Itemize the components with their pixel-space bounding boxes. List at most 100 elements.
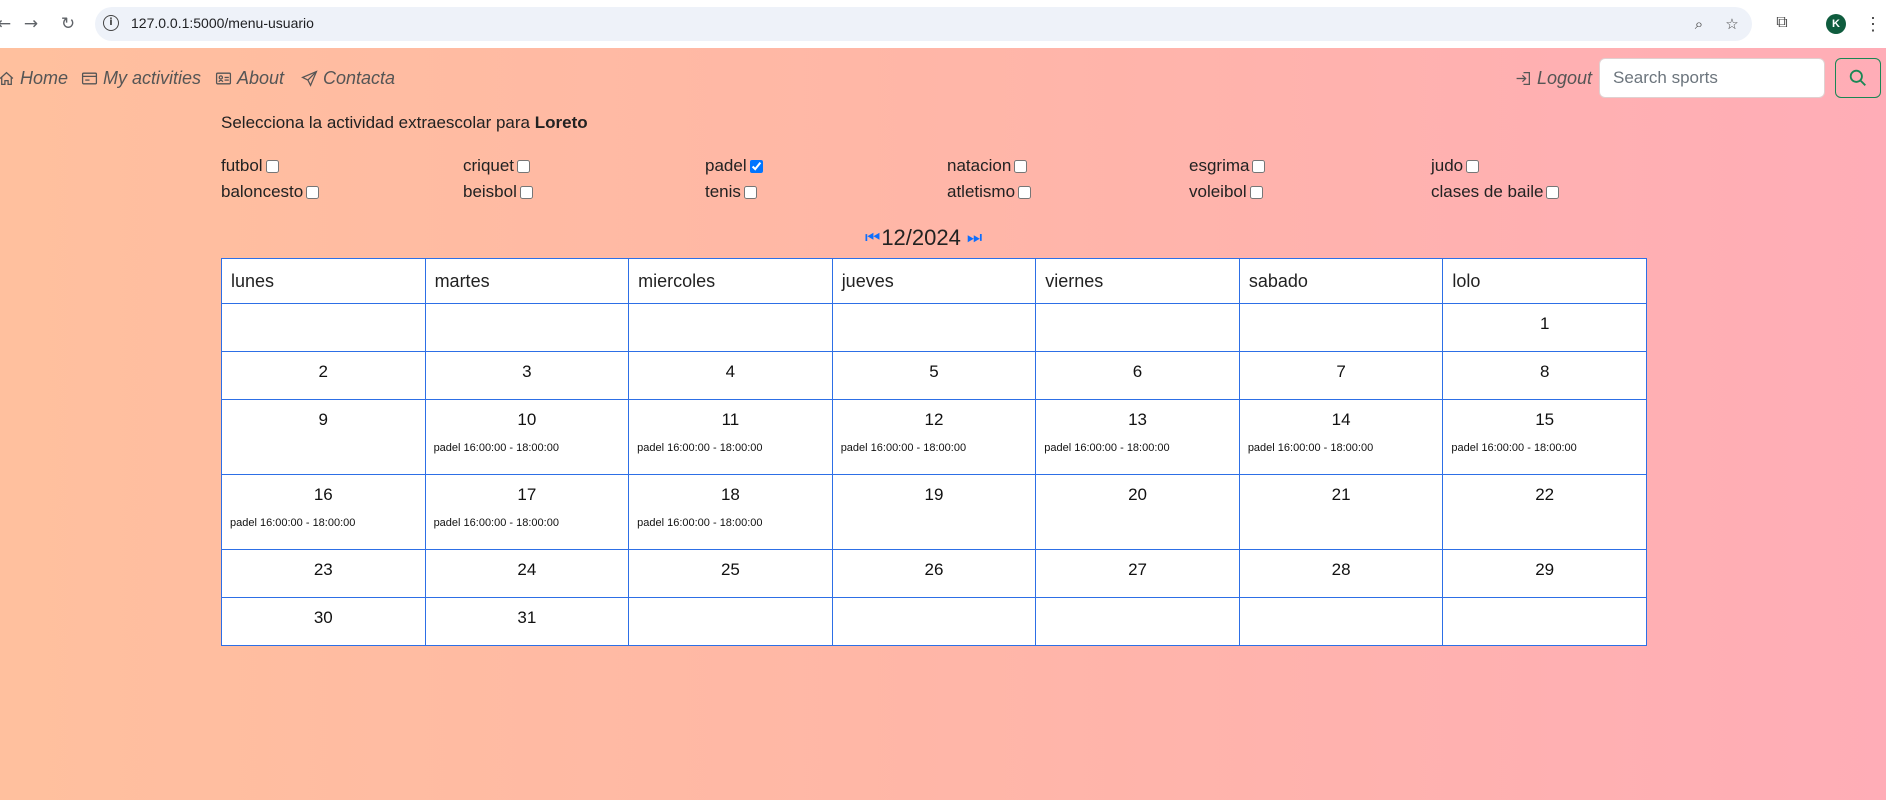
site-info-icon[interactable]: i: [103, 15, 119, 31]
calendar-day-cell[interactable]: 2: [221, 351, 426, 400]
day-number: 23: [313, 560, 333, 579]
sport-option[interactable]: criquet: [463, 156, 531, 176]
calendar-week-row: 23 24 25 26 27 28 29: [221, 549, 1647, 598]
sport-option[interactable]: baloncesto: [221, 182, 320, 202]
calendar-day-cell[interactable]: [1035, 597, 1240, 646]
calendar-day-cell[interactable]: 3: [424, 351, 630, 400]
sport-option[interactable]: natacion: [947, 156, 1028, 176]
calendar-day-cell[interactable]: [831, 597, 1037, 646]
intro-text: Selecciona la actividad extraescolar par…: [221, 113, 588, 133]
calendar-day-cell[interactable]: [1238, 303, 1444, 352]
sport-checkbox[interactable]: [1018, 185, 1032, 199]
calendar-day-cell[interactable]: [831, 303, 1037, 352]
nav-home-link[interactable]: Home: [0, 68, 68, 89]
calendar-day-cell[interactable]: 6: [1035, 351, 1240, 400]
day-event: padel 16:00:00 - 18:00:00: [1044, 442, 1170, 454]
address-bar[interactable]: i 127.0.0.1:5000/menu-usuario ⌕ ☆: [95, 7, 1752, 41]
sport-checkbox[interactable]: [1249, 185, 1263, 199]
calendar-day-cell[interactable]: 20: [1035, 474, 1240, 550]
browser-menu-icon[interactable]: ⋮: [1864, 12, 1882, 36]
calendar-day-cell[interactable]: [424, 303, 630, 352]
calendar-day-cell[interactable]: 23: [221, 549, 426, 598]
sport-checkbox[interactable]: [519, 185, 533, 199]
calendar-day-cell[interactable]: 16 padel 16:00:00 - 18:00:00: [221, 474, 426, 550]
day-number: 30: [313, 608, 333, 627]
calendar-day-cell[interactable]: 14 padel 16:00:00 - 18:00:00: [1238, 399, 1444, 475]
sport-checkbox[interactable]: [1014, 159, 1028, 173]
sport-checkbox[interactable]: [749, 159, 763, 173]
calendar-day-cell[interactable]: 4: [628, 351, 833, 400]
sport-option[interactable]: clases de baile: [1431, 182, 1560, 202]
calendar-day-cell[interactable]: 21: [1238, 474, 1444, 550]
nav-activities-link[interactable]: My activities: [81, 68, 201, 89]
calendar-day-cell[interactable]: 31: [424, 597, 630, 646]
back-icon[interactable]: ←: [0, 12, 16, 36]
calendar-day-cell[interactable]: [628, 303, 833, 352]
calendar-day-cell[interactable]: 19: [831, 474, 1037, 550]
calendar-day-cell[interactable]: 7: [1238, 351, 1444, 400]
sport-label: esgrima: [1189, 156, 1250, 175]
calendar-day-cell[interactable]: [1035, 303, 1240, 352]
nav-about-label: About: [237, 68, 285, 88]
search-button[interactable]: [1835, 58, 1881, 98]
calendar-day-cell[interactable]: 5: [831, 351, 1037, 400]
calendar-day-cell[interactable]: 27: [1035, 549, 1240, 598]
day-number: 18: [720, 485, 740, 504]
weekday-header: viernes: [1035, 258, 1240, 304]
calendar-day-cell[interactable]: 18 padel 16:00:00 - 18:00:00: [628, 474, 833, 550]
calendar-day-cell[interactable]: 8: [1442, 351, 1647, 400]
logout-link[interactable]: Logout: [1515, 68, 1592, 89]
sport-checkbox[interactable]: [1252, 159, 1266, 173]
calendar-day-cell[interactable]: 24: [424, 549, 630, 598]
calendar-day-cell[interactable]: 30: [221, 597, 426, 646]
sport-option[interactable]: voleibol: [1189, 182, 1263, 202]
bookmark-star-icon[interactable]: ☆: [1723, 15, 1741, 33]
sport-checkbox[interactable]: [1466, 159, 1480, 173]
sport-option[interactable]: beisbol: [463, 182, 533, 202]
calendar-day-cell[interactable]: 26: [831, 549, 1037, 598]
day-number: 21: [1331, 485, 1351, 504]
calendar-day-cell[interactable]: 25: [628, 549, 833, 598]
double-next-icon[interactable]: ⏭: [967, 228, 982, 248]
calendar-day-cell[interactable]: 15 padel 16:00:00 - 18:00:00: [1442, 399, 1647, 475]
calendar-day-cell[interactable]: [1238, 597, 1444, 646]
sport-checkbox[interactable]: [1546, 185, 1560, 199]
nav-about-link[interactable]: About: [215, 68, 284, 89]
sport-checkbox[interactable]: [517, 159, 531, 173]
weekday-header: lunes: [221, 258, 426, 304]
double-prev-icon[interactable]: ⏮: [865, 228, 880, 248]
calendar-day-cell[interactable]: 12 padel 16:00:00 - 18:00:00: [831, 399, 1037, 475]
sport-checkbox[interactable]: [743, 185, 757, 199]
sport-option[interactable]: futbol: [221, 156, 279, 176]
url-text[interactable]: 127.0.0.1:5000/menu-usuario: [131, 15, 314, 31]
sport-option[interactable]: esgrima: [1189, 156, 1266, 176]
calendar-day-cell[interactable]: [1442, 597, 1647, 646]
sport-option[interactable]: padel: [705, 156, 763, 176]
sport-option[interactable]: atletismo: [947, 182, 1032, 202]
sport-option[interactable]: tenis: [705, 182, 757, 202]
search-input[interactable]: [1599, 58, 1825, 98]
extensions-icon[interactable]: ⧉: [1772, 12, 1792, 32]
calendar-day-cell[interactable]: 29: [1442, 549, 1647, 598]
calendar-day-cell[interactable]: [221, 303, 426, 352]
calendar-day-cell[interactable]: 22: [1442, 474, 1647, 550]
reload-icon[interactable]: ↻: [56, 12, 80, 36]
day-number: 4: [725, 362, 736, 381]
calendar-day-cell[interactable]: 17 padel 16:00:00 - 18:00:00: [424, 474, 630, 550]
calendar-day-cell[interactable]: 13 padel 16:00:00 - 18:00:00: [1035, 399, 1240, 475]
sport-label: atletismo: [947, 182, 1016, 201]
sport-checkbox[interactable]: [306, 185, 320, 199]
calendar-day-cell[interactable]: [628, 597, 833, 646]
profile-avatar[interactable]: K: [1826, 14, 1846, 34]
zoom-icon[interactable]: ⌕: [1690, 15, 1708, 33]
weekday-header: miercoles: [628, 258, 833, 304]
calendar-day-cell[interactable]: 10 padel 16:00:00 - 18:00:00: [424, 399, 630, 475]
calendar-day-cell[interactable]: 28: [1238, 549, 1444, 598]
sport-option[interactable]: judo: [1431, 156, 1480, 176]
calendar-day-cell[interactable]: 1: [1442, 303, 1647, 352]
calendar-day-cell[interactable]: 11 padel 16:00:00 - 18:00:00: [628, 399, 833, 475]
forward-icon[interactable]: →: [19, 12, 43, 36]
calendar-day-cell[interactable]: 9: [221, 399, 426, 475]
nav-contact-link[interactable]: Contacta: [301, 68, 395, 89]
sport-checkbox[interactable]: [265, 159, 279, 173]
